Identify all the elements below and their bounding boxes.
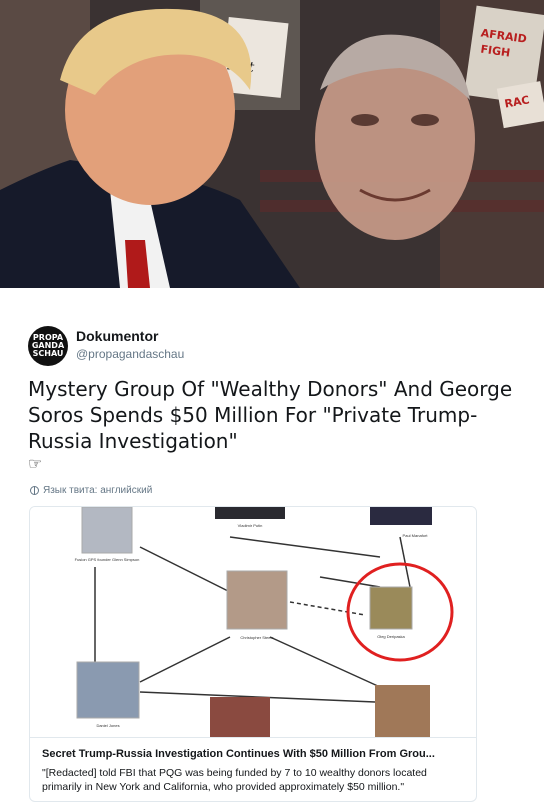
card-description: "[Redacted] told FBI that PQG was being …: [42, 767, 427, 793]
photo-deripaska: [369, 586, 413, 630]
card-body: Secret Trump-Russia Investigation Contin…: [30, 737, 476, 801]
edge-putin-deripaska: [319, 576, 381, 588]
edge-putin-manafort: [229, 536, 381, 558]
card-image: Fusion GPS founder Glenn Simpson Vladimi…: [30, 507, 476, 737]
card-title[interactable]: Secret Trump-Russia Investigation Contin…: [42, 748, 466, 760]
edge-steele-deripaska: [289, 601, 366, 616]
author-handle[interactable]: @propagandaschau: [76, 347, 184, 361]
author-avatar[interactable]: PROPA GANDA SCHAU: [28, 326, 68, 366]
photo-putin: [215, 507, 285, 519]
language-label: Язык твита: английский: [43, 485, 153, 496]
tweet-language: Язык твита: английский: [30, 485, 152, 496]
photo-right: [375, 685, 430, 737]
edge-manafort-deripaska: [399, 536, 411, 588]
hero-illustration: AFRAID FIGH RAC ient: [0, 0, 544, 288]
caption-steele: Christopher Steele: [240, 635, 274, 640]
avatar-line-3: SCHAU: [32, 349, 64, 358]
edge-fusion-steele: [139, 546, 231, 593]
edge-steele-jones: [139, 636, 231, 683]
hero-photo: AFRAID FIGH RAC ient: [0, 0, 544, 288]
caption-jones: Daniel Jones: [96, 723, 119, 728]
author-name[interactable]: Dokumentor: [76, 328, 158, 344]
caption-putin: Vladimir Putin: [238, 523, 263, 528]
globe-icon: [30, 486, 39, 495]
photo-steele: [226, 570, 288, 630]
photo-fusion: [81, 507, 133, 554]
caption-fusion: Fusion GPS founder Glenn Simpson: [75, 557, 140, 562]
tweet: PROPA GANDA SCHAU Dokumentor @propaganda…: [0, 288, 544, 807]
photo-manafort: [370, 507, 432, 525]
link-card[interactable]: Fusion GPS founder Glenn Simpson Vladimi…: [29, 506, 477, 802]
photo-bottom: [210, 697, 270, 737]
pointing-hand-emoji: ☞: [28, 456, 43, 473]
caption-manafort: Paul Manafort: [403, 533, 429, 538]
caption-deripaska: Oleg Deripaska: [377, 634, 405, 639]
photo-jones: [76, 661, 140, 719]
card-diagram: Fusion GPS founder Glenn Simpson Vladimi…: [75, 507, 454, 737]
tweet-text: Mystery Group Of "Wealthy Donors" And Ge…: [28, 377, 513, 453]
